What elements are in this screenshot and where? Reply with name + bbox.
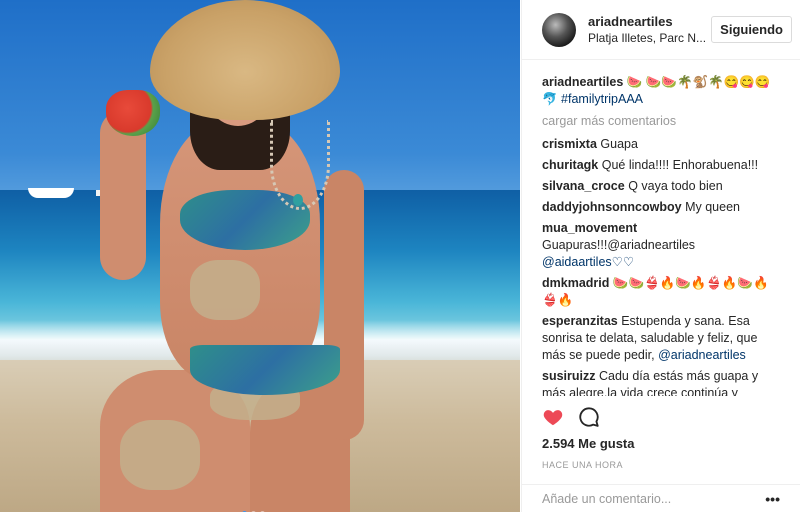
comment-text: Guapuras!!!@ariadneartiles [542, 238, 696, 252]
comment-username[interactable]: crismixta [542, 137, 597, 151]
sand-patch [190, 260, 260, 320]
arm-right [324, 170, 364, 440]
caption: ariadneartiles 🍉 🍉🍉🌴🐒🌴😋😋😋 🐬 #familytripA… [542, 74, 780, 108]
post-sidebar: ariadneartiles Platja Illetes, Parc N...… [521, 0, 800, 512]
arm-left [100, 110, 146, 280]
comment: daddyjohnsonncowboy My queen [542, 199, 780, 216]
comment: dmkmadrid 🍉🍉👙🔥🍉🔥👙🔥🍉🔥👙🔥 [542, 275, 780, 309]
post-actions [542, 406, 600, 428]
post-photo[interactable] [0, 0, 520, 512]
comment-text: My queen [685, 200, 740, 214]
sand-patch [120, 420, 200, 490]
comment-username[interactable]: susiruizz [542, 369, 596, 383]
caption-hashtag[interactable]: 🐬 #familytripAAA [542, 92, 643, 106]
carousel-dots [240, 504, 267, 512]
likes-count[interactable]: 2.594 Me gusta [542, 436, 635, 451]
comment-username[interactable]: dmkmadrid [542, 276, 609, 290]
comment: crismixta Guapa [542, 136, 780, 153]
caption-username[interactable]: ariadneartiles [542, 75, 623, 89]
comment-mention[interactable]: @aidaartiles♡♡ [542, 255, 634, 269]
comment-bubble-icon[interactable] [578, 406, 600, 428]
comment: churitagk Qué linda!!!! Enhorabuena!!! [542, 157, 780, 174]
load-more-comments[interactable]: cargar más comentarios [542, 114, 780, 128]
straw-hat [150, 0, 340, 120]
header-location[interactable]: Platja Illetes, Parc N... [588, 31, 711, 45]
bikini-bottom [190, 345, 340, 395]
comment: silvana_croce Q vaya todo bien [542, 178, 780, 195]
caption-emojis: 🍉 🍉🍉🌴🐒🌴😋😋😋 [626, 75, 771, 89]
post-timestamp[interactable]: HACE UNA HORA [542, 460, 623, 470]
following-button[interactable]: Siguiendo [711, 16, 792, 43]
comment-username[interactable]: daddyjohnsonncowboy [542, 200, 682, 214]
comment-mention[interactable]: @ariadneartiles [658, 348, 746, 362]
header-username[interactable]: ariadneartiles [588, 14, 711, 29]
woman-figure [80, 0, 400, 512]
comment-username[interactable]: silvana_croce [542, 179, 625, 193]
comment-text: Guapa [600, 137, 638, 151]
comment-text: Qué linda!!!! Enhorabuena!!! [601, 158, 759, 172]
more-options-icon[interactable]: ••• [765, 491, 780, 507]
comments-list: ariadneartiles 🍉 🍉🍉🌴🐒🌴😋😋😋 🐬 #familytripA… [522, 60, 800, 396]
comment-username[interactable]: churitagk [542, 158, 598, 172]
watermelon-slice [106, 90, 160, 136]
comment-username[interactable]: esperanzitas [542, 314, 618, 328]
pendant [293, 194, 303, 206]
comment: mua_movement Guapuras!!!@ariadneartiles … [542, 220, 780, 271]
comment: esperanzitas Estupenda y sana. Esa sonri… [542, 313, 780, 364]
avatar[interactable] [542, 12, 576, 47]
add-comment-bar: ••• [522, 484, 800, 512]
comment-input[interactable] [542, 491, 766, 506]
comment-username[interactable]: mua_movement [542, 221, 637, 235]
comment: susiruizz Cadu día estás más guapa y más… [542, 368, 780, 396]
boat [28, 188, 74, 198]
heart-icon[interactable] [542, 406, 564, 428]
comment-text: Q vaya todo bien [628, 179, 723, 193]
header-text: ariadneartiles Platja Illetes, Parc N... [588, 14, 711, 45]
post-header: ariadneartiles Platja Illetes, Parc N...… [522, 0, 800, 60]
